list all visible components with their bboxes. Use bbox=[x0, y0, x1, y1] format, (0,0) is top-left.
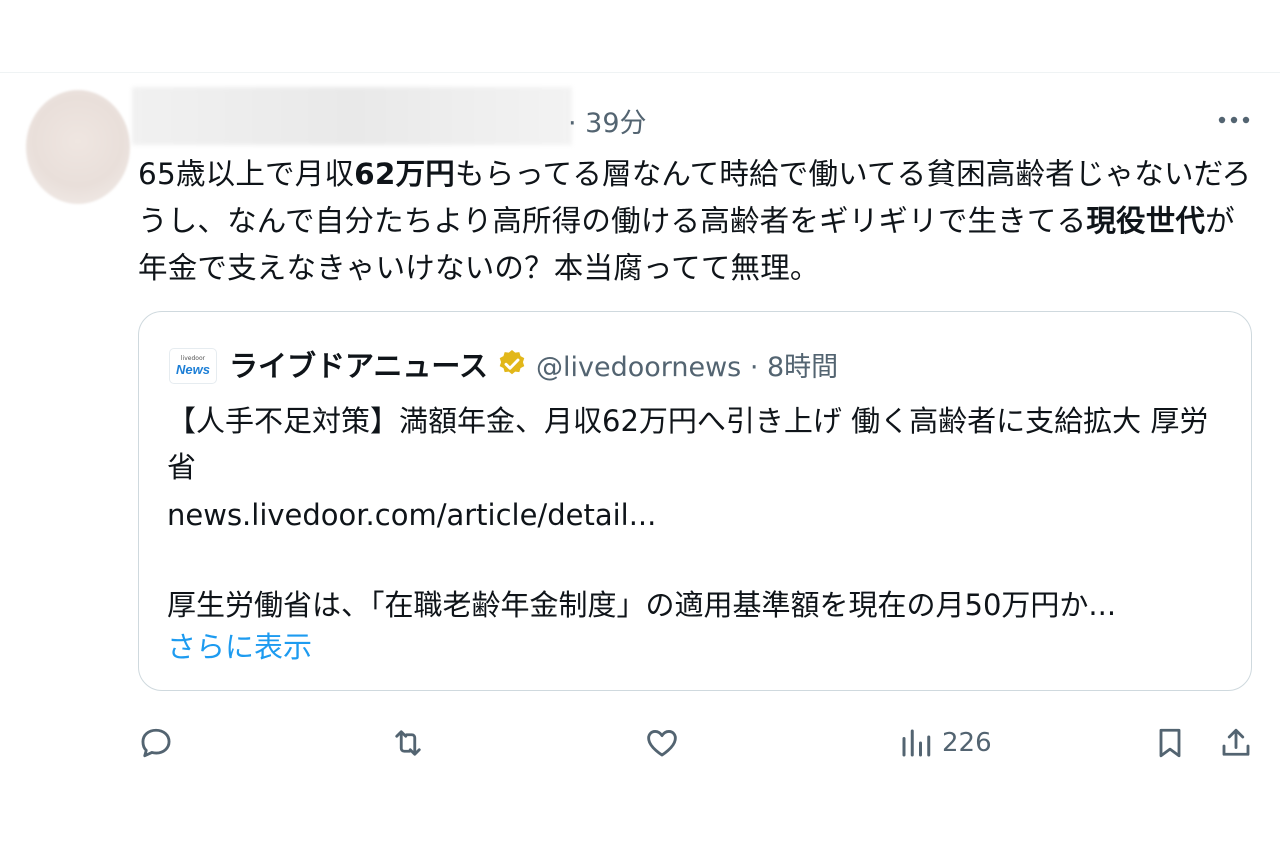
share-button[interactable] bbox=[1218, 722, 1254, 764]
retweet-button[interactable] bbox=[390, 722, 426, 764]
share-icon bbox=[1222, 728, 1250, 756]
logo-big-text: News bbox=[176, 362, 210, 377]
tweet-text-bold: 62万円 bbox=[354, 157, 455, 191]
author-name-blurred[interactable] bbox=[132, 87, 572, 145]
livedoor-news-logo: livedoor News bbox=[169, 348, 217, 384]
quoted-handle-time: @livedoornews · 8時間 bbox=[535, 351, 839, 383]
verified-badge-icon bbox=[499, 350, 525, 375]
retweet-icon bbox=[395, 730, 421, 756]
more-options-button[interactable] bbox=[1212, 104, 1256, 136]
views-button[interactable]: 226 bbox=[898, 722, 992, 764]
avatar[interactable] bbox=[26, 90, 130, 204]
quoted-description: 厚生労働省は、「在職老齢年金制度」の適用基準額を現在の月50万円か... bbox=[167, 588, 1117, 622]
views-icon bbox=[902, 729, 931, 757]
heart-icon bbox=[647, 730, 677, 757]
show-more-link[interactable]: さらに表示 bbox=[167, 624, 312, 670]
tweet-time[interactable]: · 39分 bbox=[568, 104, 647, 144]
quoted-url[interactable]: news.livedoor.com/article/detail... bbox=[167, 492, 656, 538]
quoted-headline: 【人手不足対策】満額年金、月収62万円へ引き上げ 働く高齢者に支給拡大 厚労省 bbox=[167, 404, 1209, 484]
quoted-author-name[interactable]: ライブドアニュース bbox=[229, 343, 488, 385]
top-divider bbox=[0, 72, 1280, 73]
more-icon bbox=[1218, 116, 1250, 124]
reply-button[interactable] bbox=[138, 722, 174, 764]
quoted-tweet-card[interactable]: livedoor News ライブドアニュース @livedoornews · … bbox=[138, 311, 1252, 691]
like-button[interactable] bbox=[644, 722, 680, 764]
bookmark-icon bbox=[1159, 728, 1181, 758]
quoted-header: ライブドアニュース @livedoornews · 8時間 bbox=[229, 342, 838, 386]
reply-icon bbox=[141, 728, 171, 758]
tweet-text-segment: 65歳以上で月収 bbox=[138, 157, 355, 191]
bookmark-button[interactable] bbox=[1152, 722, 1188, 764]
tweet-text-bold: 現役世代 bbox=[1086, 204, 1206, 238]
tweet-text: 65歳以上で月収62万円もらってる層なんて時給で働いてる貧困高齢者じゃないだろう… bbox=[138, 151, 1258, 292]
views-count: 226 bbox=[942, 728, 992, 758]
